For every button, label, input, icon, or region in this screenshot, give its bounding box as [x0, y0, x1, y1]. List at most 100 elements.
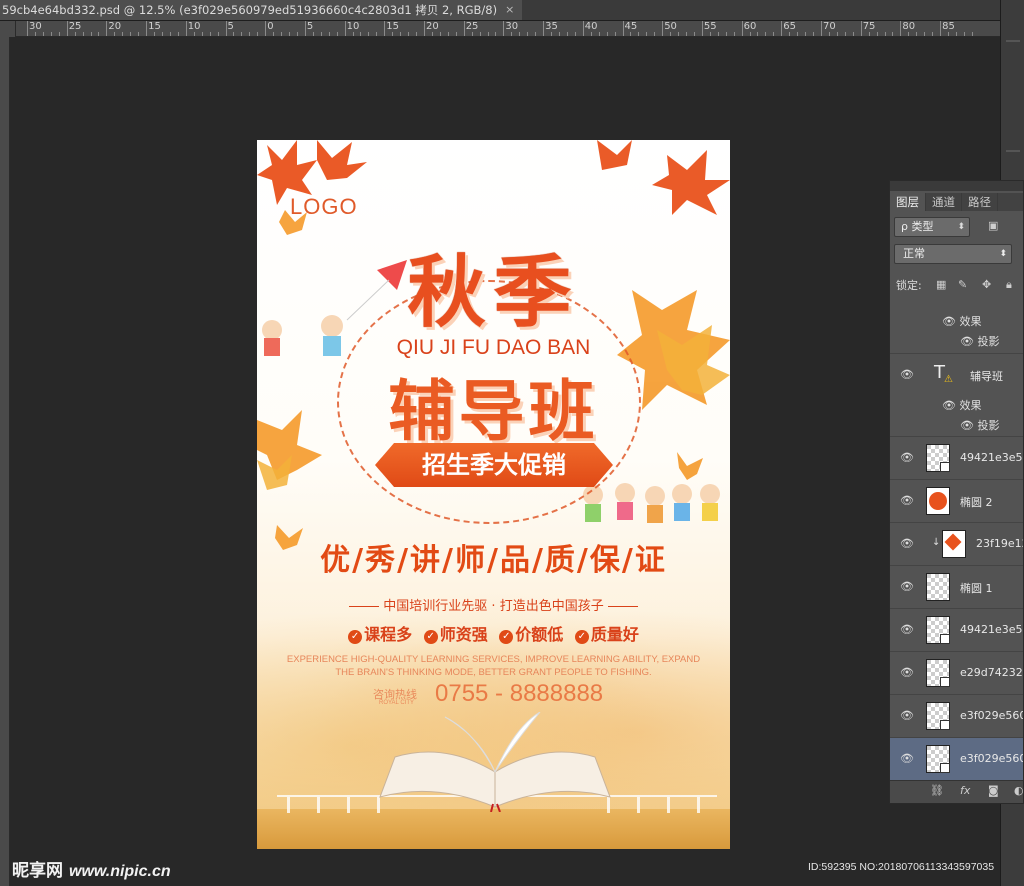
layer-row[interactable]: 👁︎ 椭圆 1 [890, 565, 1023, 608]
watermark-brand: 昵享网 www.nipic.cn [12, 861, 171, 881]
layer-row[interactable]: 👁︎ 49421e3e58 [890, 436, 1023, 479]
check-icon: ✓ [348, 630, 363, 644]
ruler-minor-tick [273, 32, 275, 36]
tagline-text: 中国培训行业先驱 · 打造出色中国孩子 [383, 599, 604, 614]
check-icon: ✓ [574, 630, 589, 644]
ruler-minor-tick [908, 32, 910, 36]
blend-mode-select[interactable]: 正常 ⬍ [894, 244, 1012, 264]
ruler-minor-tick [114, 32, 116, 36]
ruler-major-tick [463, 21, 465, 36]
lock-brush-icon[interactable]: ✎ [958, 278, 967, 291]
ruler-minor-tick [82, 32, 84, 36]
feature-item: ✓ 价额低 [499, 625, 563, 644]
ruler-major-tick [821, 21, 822, 36]
document-tab-title: 59cb4e64bd332.psd @ 12.5% (e3f029e560979… [2, 3, 498, 17]
ruler-major-tick [662, 21, 664, 36]
hotline-number: 0755 - 8888888 [435, 680, 604, 707]
tab-channels[interactable]: 通道 [926, 193, 962, 211]
ruler-corner[interactable] [0, 21, 16, 37]
layer-thumbnail [926, 487, 950, 515]
visibility-eye-icon[interactable]: 👁︎ [900, 451, 914, 464]
ruler-minor-tick [98, 32, 100, 36]
document-tab[interactable]: 59cb4e64bd332.psd @ 12.5% (e3f029e560979… [0, 0, 523, 20]
ruler-minor-tick [646, 32, 648, 36]
visibility-eye-icon[interactable]: 👁︎ [900, 494, 914, 507]
layer-effects-group[interactable]: 👁︎ 效果 👁︎ 投影 [890, 293, 1023, 353]
layer-row[interactable]: 👁︎ e29d742328 [890, 651, 1023, 694]
ruler-major-tick [66, 21, 68, 36]
ruler-minor-tick [138, 32, 140, 36]
ruler-minor-tick [58, 32, 60, 36]
ruler-minor-tick [416, 32, 418, 36]
panel-header-strip[interactable] [890, 181, 1023, 191]
ruler-minor-tick [757, 32, 759, 36]
ruler-minor-tick [241, 32, 243, 36]
visibility-eye-icon[interactable]: 👁︎ [900, 368, 914, 381]
ruler-major-tick [424, 21, 425, 36]
ruler-minor-tick [42, 32, 44, 36]
layer-row[interactable]: 👁︎ 49421e3e58 [890, 608, 1023, 651]
tab-layers[interactable]: 图层 [890, 193, 926, 211]
visibility-eye-icon[interactable]: 👁︎ [900, 623, 914, 636]
layer-row-selected[interactable]: 👁︎ e3f029e5609 [890, 737, 1023, 780]
panel-grip[interactable] [1006, 40, 1020, 42]
lock-move-icon[interactable]: ✥ [982, 278, 991, 291]
adjustment-layer-icon[interactable]: ◐ [1014, 784, 1023, 797]
layer-row[interactable]: 👁︎ ↓ 23f19e12 [890, 522, 1023, 565]
visibility-eye-icon[interactable]: 👁︎ [900, 666, 914, 679]
ruler-minor-tick [209, 32, 211, 36]
vertical-ruler[interactable] [0, 37, 10, 886]
ruler-minor-tick [289, 32, 291, 36]
ruler-minor-tick [130, 32, 132, 36]
ruler-minor-tick [328, 32, 330, 36]
ruler-minor-tick [217, 32, 219, 36]
horizontal-ruler[interactable]: 30 25 20 15 10 5 0 5 10 15 20 25 30 35 40 45 50 55 60 65 70 7… [16, 21, 1000, 37]
visibility-eye-icon[interactable]: 👁︎ [900, 537, 914, 550]
ruler-minor-tick [169, 32, 171, 36]
visibility-eye-icon[interactable]: 👁︎ [900, 709, 914, 722]
ruler-minor-tick [725, 32, 727, 36]
ruler-major-tick [384, 21, 386, 36]
ruler-major-tick [582, 21, 584, 36]
panel-grip[interactable] [1006, 150, 1020, 152]
layer-row[interactable]: 👁︎ 椭圆 2 [890, 479, 1023, 522]
feature-list: ✓ 课程多 ✓ 师资强 ✓ 价额低 ✓ 质量好 [257, 621, 730, 645]
ruler-minor-tick [312, 32, 314, 36]
ruler-minor-tick [336, 32, 338, 36]
ruler-minor-tick [590, 32, 592, 36]
updown-chevron-icon: ⬍ [957, 222, 965, 232]
layer-thumbnail [926, 616, 950, 644]
ruler-minor-tick [955, 32, 957, 36]
layer-row[interactable]: 👁︎ e3f029e5609 [890, 694, 1023, 737]
poster-artwork[interactable]: LOGO 秋季 QIU JI FU DAO BAN 辅导班 招生季大促销 优/秀… [257, 140, 730, 849]
ruler-minor-tick [574, 32, 576, 36]
ruler-minor-tick [670, 32, 672, 36]
panel-tabs: 图层 通道 路径 [890, 193, 998, 211]
ruler-major-tick [741, 21, 743, 36]
add-mask-icon[interactable]: ◙ [988, 784, 999, 797]
layer-filter-select[interactable]: ρ 类型 ⬍ [894, 217, 970, 237]
ruler-minor-tick [789, 32, 791, 36]
english-description: EXPERIENCE HIGH-QUALITY LEARNING SERVICE… [286, 654, 701, 678]
ruler-minor-tick [511, 32, 513, 36]
visibility-eye-icon[interactable]: 👁︎ [900, 580, 914, 593]
ruler-minor-tick [527, 32, 529, 36]
visibility-eye-icon[interactable]: 👁︎ [900, 752, 914, 765]
fx-icon[interactable]: fx [960, 784, 970, 797]
lock-all-icon[interactable]: 🔒︎ [1006, 278, 1012, 292]
ruler-minor-tick [614, 32, 616, 36]
ruler-minor-tick [884, 32, 886, 36]
close-icon[interactable]: × [505, 0, 514, 20]
ruler-minor-tick [765, 32, 767, 36]
ruler-minor-tick [296, 32, 298, 36]
ruler-minor-tick [122, 32, 124, 36]
lock-transparency-icon[interactable]: ▦ [936, 278, 946, 291]
ruler-minor-tick [471, 32, 473, 36]
tab-paths[interactable]: 路径 [962, 193, 998, 211]
link-layers-icon[interactable]: ⛓ [930, 784, 944, 797]
ruler-minor-tick [963, 32, 965, 36]
layer-row[interactable]: 👁︎ T ⚠ 辅导班 👁︎ 效果 👁︎ 投影 [890, 353, 1023, 436]
image-filter-icon[interactable]: ▣ [988, 219, 998, 232]
ruler-major-tick [27, 21, 28, 36]
ruler-major-tick [781, 21, 783, 36]
